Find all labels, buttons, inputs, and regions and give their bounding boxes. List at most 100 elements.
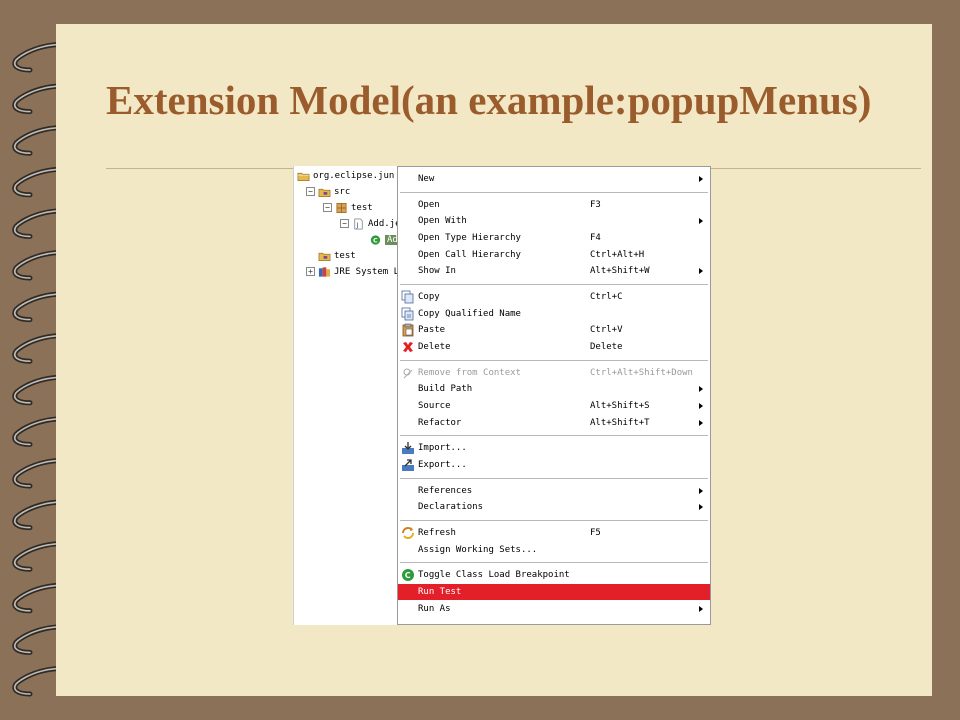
menu-separator bbox=[400, 477, 708, 479]
delete-icon bbox=[401, 340, 415, 354]
menu-item-label: Source bbox=[418, 401, 451, 412]
menu-separator bbox=[400, 562, 708, 564]
submenu-arrow-icon bbox=[699, 218, 703, 225]
submenu-arrow-icon bbox=[699, 403, 703, 410]
menu-item-run-as[interactable]: Run As bbox=[398, 601, 710, 617]
collapse-icon[interactable]: − bbox=[306, 187, 315, 196]
package-explorer-tree: org.eclipse.jun−src−test−JAdd.jeCAddtest… bbox=[293, 166, 397, 625]
menu-item-refresh[interactable]: Refresh F5 bbox=[398, 525, 710, 541]
source-folder-icon bbox=[318, 250, 331, 262]
svg-text:J: J bbox=[356, 221, 359, 229]
eclipse-screenshot: org.eclipse.jun−src−test−JAdd.jeCAddtest… bbox=[293, 166, 711, 625]
menu-item-copy[interactable]: Copy Ctrl+C bbox=[398, 289, 710, 305]
tree-item[interactable]: + JRE System L bbox=[294, 264, 397, 280]
submenu-arrow-icon bbox=[699, 605, 703, 612]
menu-item-open-type-hierarchy[interactable]: Open Type Hierarchy F4 bbox=[398, 230, 710, 246]
menu-item-open-with[interactable]: Open With bbox=[398, 213, 710, 229]
menu-item-export[interactable]: Export... bbox=[398, 457, 710, 473]
menu-item-shortcut: Alt+Shift+T bbox=[590, 417, 650, 428]
menu-item-new[interactable]: New bbox=[398, 171, 710, 187]
menu-item-declarations[interactable]: Declarations bbox=[398, 499, 710, 515]
submenu-arrow-icon bbox=[699, 386, 703, 393]
menu-item-label: Copy Qualified Name bbox=[418, 308, 521, 319]
menu-item-label: Delete bbox=[418, 342, 451, 353]
tree-item-label: test bbox=[351, 203, 373, 213]
tree-item[interactable]: −J Add.je bbox=[294, 216, 397, 232]
tree-item-label: src bbox=[334, 187, 351, 197]
menu-item-shortcut: Alt+Shift+S bbox=[590, 401, 650, 412]
expand-icon[interactable]: + bbox=[306, 267, 315, 276]
menu-item-label: Refresh bbox=[418, 528, 456, 538]
menu-item-label: Open Call Hierarchy bbox=[418, 249, 521, 260]
menu-item-label: Refactor bbox=[418, 417, 462, 428]
svg-text:C: C bbox=[373, 236, 378, 244]
tree-item[interactable]: − src bbox=[294, 184, 397, 200]
menu-item-build-path[interactable]: Build Path bbox=[398, 381, 710, 397]
menu-item-remove-from-context[interactable]: Remove from Context Ctrl+Alt+Shift+Down bbox=[398, 365, 710, 381]
menu-item-shortcut: Ctrl+Alt+Shift+Down bbox=[590, 367, 693, 378]
project-icon bbox=[297, 170, 310, 182]
menu-item-source[interactable]: Source Alt+Shift+S bbox=[398, 398, 710, 414]
menu-item-shortcut: F3 bbox=[590, 199, 601, 210]
submenu-arrow-icon bbox=[699, 487, 703, 494]
remove-context-icon bbox=[401, 366, 415, 380]
class-icon: C bbox=[369, 234, 382, 246]
menu-item-label: Remove from Context bbox=[418, 367, 521, 378]
submenu-arrow-icon bbox=[699, 268, 703, 275]
menu-item-shortcut: Ctrl+C bbox=[590, 292, 623, 302]
menu-item-label: Copy bbox=[418, 292, 440, 302]
collapse-icon[interactable]: − bbox=[340, 219, 349, 228]
library-icon bbox=[318, 266, 331, 278]
menu-item-assign-working-sets[interactable]: Assign Working Sets... bbox=[398, 542, 710, 558]
tree-item[interactable]: test bbox=[294, 248, 397, 264]
menu-item-shortcut: Alt+Shift+W bbox=[590, 266, 650, 277]
tree-item[interactable]: org.eclipse.jun bbox=[294, 168, 397, 184]
menu-item-label: References bbox=[418, 485, 473, 496]
menu-item-label: Assign Working Sets... bbox=[418, 544, 538, 555]
menu-item-shortcut: F5 bbox=[590, 528, 601, 538]
export-icon bbox=[401, 458, 415, 472]
menu-item-label: Toggle Class Load Breakpoint bbox=[418, 570, 570, 581]
tree-item[interactable]: C Add bbox=[294, 232, 397, 248]
menu-item-import[interactable]: Import... bbox=[398, 440, 710, 456]
menu-item-open[interactable]: Open F3 bbox=[398, 197, 710, 213]
menu-item-label: Show In bbox=[418, 266, 456, 277]
menu-item-refactor[interactable]: Refactor Alt+Shift+T bbox=[398, 415, 710, 431]
slide-title: Extension Model(an example:popupMenus) bbox=[106, 77, 872, 123]
tree-item[interactable]: − test bbox=[294, 200, 397, 216]
menu-item-references[interactable]: References bbox=[398, 483, 710, 499]
menu-item-open-call-hierarchy[interactable]: Open Call Hierarchy Ctrl+Alt+H bbox=[398, 247, 710, 263]
menu-item-label: Build Path bbox=[418, 384, 473, 395]
menu-item-show-in[interactable]: Show In Alt+Shift+W bbox=[398, 263, 710, 279]
context-menu: New Open F3 Open With Open Type Hierarchy F4 O… bbox=[397, 166, 711, 625]
menu-item-label: Paste bbox=[418, 325, 446, 336]
menu-item-shortcut: Ctrl+Alt+H bbox=[590, 249, 645, 260]
menu-separator bbox=[400, 520, 708, 522]
menu-item-toggle-class-load-breakpoint[interactable]: C Toggle Class Load Breakpoint bbox=[398, 567, 710, 583]
menu-item-label: Open bbox=[418, 199, 440, 210]
collapse-icon[interactable]: − bbox=[323, 203, 332, 212]
copy-qualified-icon bbox=[401, 307, 415, 321]
menu-item-label: Import... bbox=[418, 443, 467, 454]
menu-item-label: New bbox=[418, 174, 435, 184]
java-file-icon: J bbox=[352, 218, 365, 230]
menu-item-copy-qualified-name[interactable]: Copy Qualified Name bbox=[398, 306, 710, 322]
menu-item-delete[interactable]: Delete Delete bbox=[398, 339, 710, 355]
menu-item-shortcut: Ctrl+V bbox=[590, 325, 623, 336]
menu-item-paste[interactable]: Paste Ctrl+V bbox=[398, 322, 710, 338]
menu-separator bbox=[400, 359, 708, 361]
package-icon bbox=[335, 202, 348, 214]
menu-separator bbox=[400, 284, 708, 286]
menu-item-label: Run As bbox=[418, 603, 451, 614]
menu-item-shortcut: F4 bbox=[590, 233, 601, 243]
submenu-arrow-icon bbox=[699, 419, 703, 426]
submenu-arrow-icon bbox=[699, 176, 703, 182]
menu-item-run-test[interactable]: Run Test bbox=[398, 584, 710, 600]
paste-icon bbox=[401, 323, 415, 337]
submenu-arrow-icon bbox=[699, 504, 703, 511]
refresh-icon bbox=[401, 526, 415, 540]
menu-item-label: Run Test bbox=[418, 587, 462, 597]
menu-separator bbox=[400, 191, 708, 193]
tree-item-label: org.eclipse.jun bbox=[313, 171, 395, 181]
tree-item-label: test bbox=[334, 251, 356, 261]
